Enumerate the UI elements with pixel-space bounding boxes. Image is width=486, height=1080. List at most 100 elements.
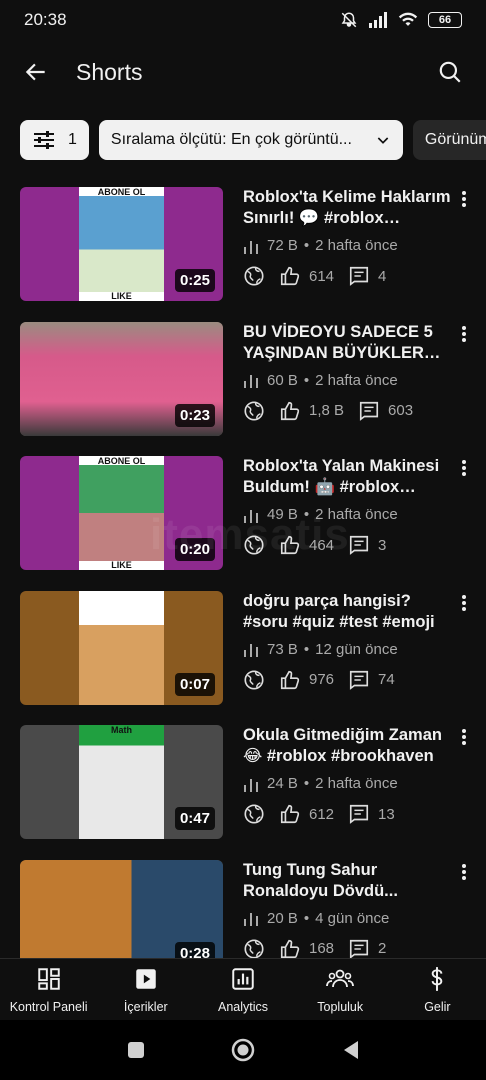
video-age: 2 hafta önce — [315, 371, 398, 389]
video-thumbnail[interactable]: 0:07 — [20, 590, 223, 705]
video-thumbnail[interactable]: 0:23 — [20, 321, 223, 436]
system-nav-bar — [0, 1020, 486, 1080]
views-icon — [244, 913, 258, 926]
thumbs-up-icon — [280, 535, 300, 555]
likes-counter: 464 — [279, 534, 334, 556]
video-actions: 168 2 — [243, 938, 453, 958]
comments-counter: 2 — [348, 938, 386, 958]
nav-item-earn[interactable]: Gelir — [389, 959, 486, 1020]
visibility-public[interactable] — [243, 803, 265, 825]
video-item[interactable]: 0:23 BU VİDEOYU SADECE 5 YAŞINDAN BÜYÜKLE… — [0, 313, 486, 448]
more-options-icon[interactable] — [459, 725, 469, 749]
likes-count: 976 — [309, 671, 335, 688]
comment-icon — [349, 266, 369, 286]
thumbnail-caption-top: ABONE OL — [97, 187, 146, 197]
nav-item-dashboard[interactable]: Kontrol Paneli — [0, 959, 97, 1020]
thumbnail-caption-top: Math — [111, 725, 132, 735]
visibility-public[interactable] — [243, 400, 265, 422]
sort-label: Sıralama ölçütü: En çok görüntü... — [110, 131, 352, 148]
video-views: 73 B — [267, 640, 298, 658]
back-button[interactable] — [18, 54, 54, 90]
views-icon — [244, 240, 258, 254]
views-icon — [244, 375, 258, 388]
video-item[interactable]: ABONE OL LIKE 0:20 Roblox'ta Yalan Makinesi… — [0, 447, 486, 582]
video-title[interactable]: Tung Tung Sahur Ronaldoyu Dövdü... — [243, 860, 453, 902]
video-thumbnail[interactable]: ABONE OL LIKE 0:20 — [20, 456, 223, 570]
thumbs-up-icon — [280, 266, 300, 286]
video-title[interactable]: Roblox'ta Kelime Haklarım Sınırlı! 💬 #ro… — [243, 187, 453, 229]
home-icon[interactable] — [230, 1037, 256, 1063]
filter-chip[interactable]: 1 — [20, 120, 89, 160]
thumbs-up-icon — [280, 401, 300, 420]
video-item[interactable]: 0:07 doğru parça hangisi? #soru #quiz #te… — [0, 582, 486, 717]
more-options-icon[interactable] — [459, 187, 469, 211]
thumbs-up-icon — [280, 670, 300, 689]
likes-count: 612 — [309, 805, 335, 823]
separator-dot: • — [303, 237, 310, 254]
battery-icon: 66 — [428, 12, 462, 28]
visibility-public[interactable] — [243, 534, 265, 556]
likes-counter: 612 — [279, 803, 334, 825]
video-title[interactable]: BU VİDEOYU SADECE 5 YAŞINDAN BÜYÜKLER İZ… — [243, 322, 453, 364]
video-thumbnail[interactable]: ABONE OL LIKE 0:25 — [20, 187, 223, 301]
video-duration: 0:23 — [174, 403, 215, 427]
video-title[interactable]: doğru parça hangisi? #soru #quiz #test #… — [243, 591, 453, 633]
comments-count: 603 — [388, 402, 414, 419]
more-options-icon[interactable] — [459, 456, 469, 480]
comments-count: 74 — [378, 671, 395, 688]
comments-count: 4 — [378, 267, 387, 285]
visibility-public[interactable] — [243, 938, 265, 958]
likes-counter: 614 — [279, 265, 334, 287]
view-chip[interactable]: Görünüm — [412, 120, 486, 160]
back-nav-icon[interactable] — [340, 1039, 360, 1061]
separator-dot: • — [303, 775, 310, 792]
thumbnail-image: Math — [79, 725, 164, 839]
thumbnail-image: ABONE OL LIKE — [79, 187, 164, 301]
video-title[interactable]: Okula Gitmediğim Zaman 😂 #roblox #brookh… — [243, 725, 453, 767]
dashboard-icon — [36, 966, 62, 995]
tune-icon — [34, 131, 54, 149]
views-icon — [244, 644, 258, 657]
video-item[interactable]: ABONE OL LIKE 0:25 Roblox'ta Kelime Hakları… — [0, 178, 486, 313]
comment-icon — [349, 670, 369, 690]
nav-item-content[interactable]: İçerikler — [97, 959, 194, 1020]
video-views: 20 B — [267, 909, 298, 927]
video-actions: 976 74 — [243, 669, 453, 691]
separator-dot: • — [303, 371, 310, 389]
video-age: 4 gün önce — [315, 909, 390, 927]
likes-counter: 1,8 B — [279, 400, 344, 422]
filter-bar: 1 Sıralama ölçütü: En çok görüntü... Gör… — [20, 120, 486, 164]
more-options-icon[interactable] — [459, 322, 469, 346]
nav-item-analytics[interactable]: Analytics — [194, 959, 291, 1020]
page-title: Shorts — [76, 58, 143, 85]
globe-icon — [244, 804, 264, 824]
video-thumbnail[interactable]: 0:28 — [20, 859, 223, 958]
sort-dropdown[interactable]: Sıralama ölçütü: En çok görüntü... — [98, 120, 403, 160]
views-icon — [244, 509, 258, 523]
nav-item-label: İçerikler — [123, 999, 168, 1014]
visibility-public[interactable] — [243, 669, 265, 691]
thumbnail-image: ABONE OL LIKE — [79, 456, 164, 570]
wifi-icon — [398, 12, 418, 26]
video-title[interactable]: Roblox'ta Yalan Makinesi Buldum! 🤖 #robl… — [243, 456, 453, 498]
arrow-left-icon — [25, 63, 45, 81]
nav-item-community[interactable]: Topluluk — [292, 959, 389, 1020]
search-button[interactable] — [432, 54, 468, 90]
video-meta: Roblox'ta Kelime Haklarım Sınırlı! 💬 #ro… — [243, 187, 466, 313]
signal-icon — [369, 12, 387, 28]
more-options-icon[interactable] — [459, 591, 469, 615]
video-item[interactable]: 0:28 Tung Tung Sahur Ronaldoyu Dövdü... 20… — [0, 851, 486, 958]
comment-icon — [349, 535, 369, 555]
video-age: 2 hafta önce — [315, 506, 398, 523]
bell-muted-icon — [341, 12, 357, 28]
visibility-public[interactable] — [243, 265, 265, 287]
app-header: Shorts — [0, 40, 486, 104]
recent-apps-icon[interactable] — [126, 1040, 146, 1060]
video-item[interactable]: Math 0:47 Okula Gitmediğim Zaman 😂 #roblox… — [0, 716, 486, 851]
status-bar: 20:38 66 — [0, 0, 486, 40]
nav-item-label: Analytics — [217, 999, 269, 1014]
video-duration: 0:25 — [174, 269, 215, 292]
earn-icon — [424, 966, 450, 995]
more-options-icon[interactable] — [459, 860, 469, 884]
video-thumbnail[interactable]: Math 0:47 — [20, 725, 223, 839]
